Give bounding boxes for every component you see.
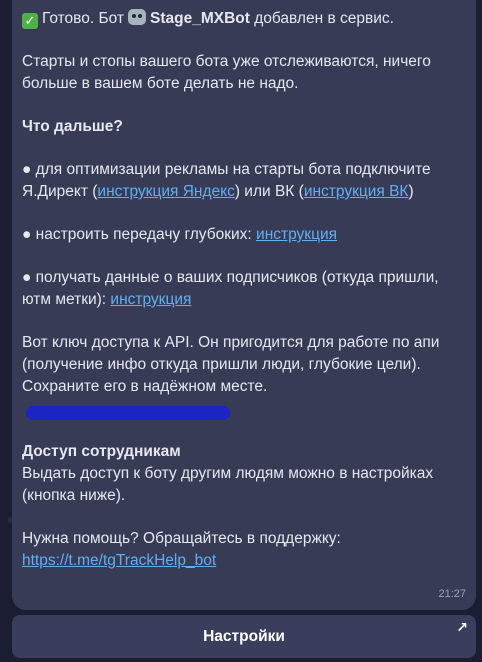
message-status-line: ✓ Готово. Бот Stage_MXBot добавлен в серви…: [22, 8, 466, 30]
subscribers-instruction-link[interactable]: инструкция: [110, 291, 191, 308]
robot-icon: [128, 9, 147, 25]
settings-button[interactable]: Настройки ↗: [12, 615, 476, 658]
staff-access-heading: Доступ сотрудникам: [22, 443, 181, 460]
vk-instruction-link[interactable]: инструкция ВК: [304, 183, 409, 200]
bullet-ads: ● для оптимизации рекламы на старты бота…: [22, 159, 466, 203]
bullet-ads-mid: ) или ВК (: [234, 183, 304, 200]
deep-events-instruction-link[interactable]: инструкция: [256, 226, 337, 243]
bullet-ads-suffix: ): [408, 183, 414, 200]
bullet-deep-events: ● настроить передачу глубоких: инструкци…: [22, 224, 466, 246]
next-steps-heading: Что дальше?: [22, 118, 123, 135]
api-key-paragraph: Вот ключ доступа к API. Он пригодится дл…: [22, 334, 440, 395]
message-time: 21:27: [438, 588, 466, 600]
tracking-paragraph: Старты и стопы вашего бота уже отслежива…: [22, 53, 431, 92]
yandex-instruction-link[interactable]: инструкция Яндекс: [97, 183, 234, 200]
bullet-subscribers-prefix: ● получать данные о ваших подписчиков (о…: [22, 269, 439, 308]
staff-access-text: Выдать доступ к боту другим людям можно …: [22, 465, 434, 504]
arrow-up-right-icon: ↗: [456, 619, 468, 635]
bullet-deep-prefix: ● настроить передачу глубоких:: [22, 226, 257, 243]
message-bubble: ✓ Готово. Бот Stage_MXBot добавлен в серви…: [12, 0, 476, 610]
status-suffix: добавлен в сервис.: [254, 10, 394, 27]
redacted-api-key: [26, 406, 230, 420]
support-link[interactable]: https://t.me/tgTrackHelp_bot: [22, 552, 216, 569]
help-text: Нужна помощь? Обращайтесь в поддержку:: [22, 530, 341, 547]
bot-name: Stage_MXBot: [150, 10, 250, 27]
status-prefix: Готово. Бот: [42, 10, 125, 27]
settings-button-label: Настройки: [203, 627, 285, 645]
check-mark-icon: ✓: [22, 13, 38, 29]
bullet-subscribers: ● получать данные о ваших подписчиков (о…: [22, 267, 466, 311]
